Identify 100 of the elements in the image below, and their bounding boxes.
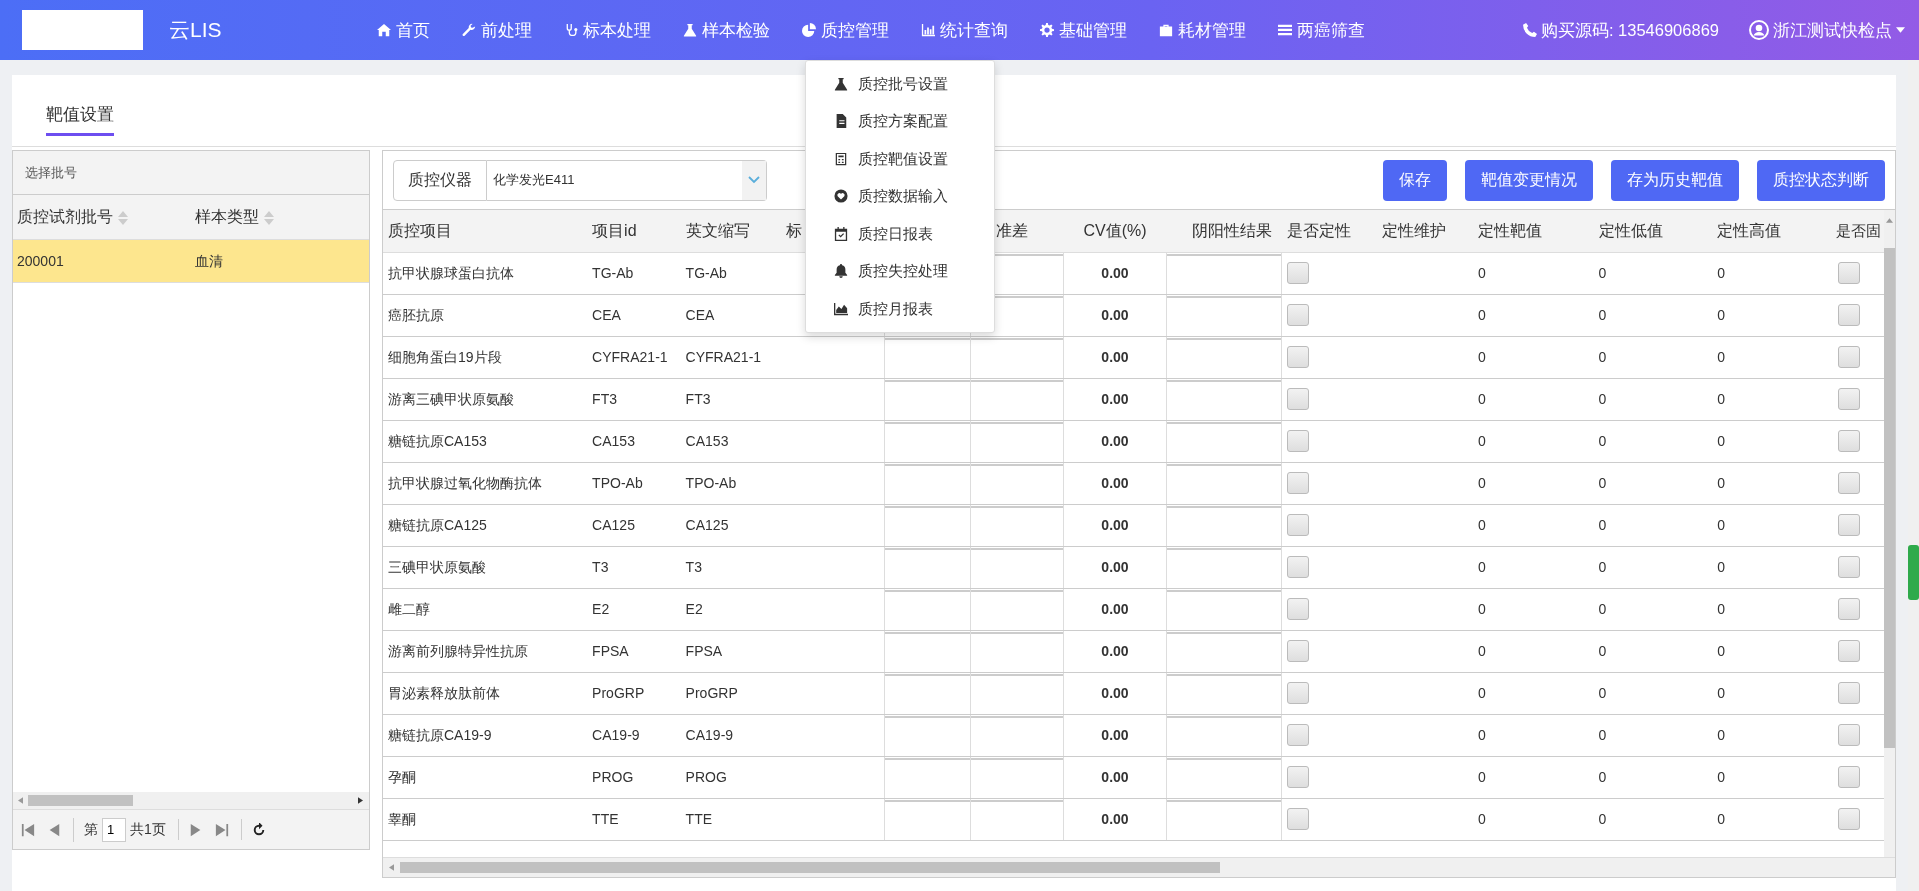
- checkbox[interactable]: [1287, 346, 1310, 369]
- pager-button[interactable]: [177, 819, 203, 840]
- nav-item[interactable]: 统计查询: [905, 0, 1024, 60]
- page-label: 第: [84, 820, 98, 839]
- checkbox[interactable]: [1837, 766, 1860, 789]
- menu-item[interactable]: 质控月报表: [806, 290, 994, 328]
- phone-icon: [1522, 23, 1537, 37]
- scrollbar[interactable]: [1884, 210, 1895, 857]
- table-cell: TTE: [587, 798, 681, 840]
- nav-item[interactable]: 质控管理: [786, 0, 905, 60]
- table-cell: ProGRP: [587, 672, 681, 714]
- menu-item[interactable]: 质控方案配置: [806, 102, 994, 140]
- checkbox[interactable]: [1837, 808, 1860, 831]
- checkbox[interactable]: [1837, 724, 1860, 747]
- checkbox[interactable]: [1287, 640, 1310, 663]
- table-cell: TPO-Ab: [680, 462, 782, 504]
- phone-link[interactable]: 购买源码: 13546906869: [1522, 17, 1719, 43]
- column-header[interactable]: 定性维护: [1377, 210, 1473, 252]
- column-header[interactable]: 项目id: [587, 210, 681, 252]
- table-cell: CA153: [680, 420, 782, 462]
- checkbox[interactable]: [1287, 472, 1310, 495]
- toolbar-button[interactable]: 靶值变更情况: [1465, 159, 1593, 201]
- column-header[interactable]: 英文缩写: [680, 210, 782, 252]
- flask-icon: [834, 76, 848, 91]
- briefcase-icon: [1159, 23, 1173, 37]
- page-title: 靶值设置: [46, 101, 114, 136]
- stethoscope-icon: [564, 23, 578, 37]
- table-cell: 0: [1472, 420, 1594, 462]
- table-cell: 0.00: [1063, 378, 1167, 420]
- column-header[interactable]: 是否定性: [1281, 210, 1378, 252]
- checkbox[interactable]: [1837, 346, 1860, 369]
- nav-item[interactable]: 前处理: [446, 0, 548, 60]
- toolbar-button[interactable]: 保存: [1383, 159, 1447, 201]
- checkbox[interactable]: [1287, 262, 1310, 285]
- user-menu[interactable]: 浙江测试快检点: [1749, 17, 1905, 43]
- table-cell: 0.00: [1063, 504, 1167, 546]
- nav-item[interactable]: 两癌筛查: [1262, 0, 1381, 60]
- menu-item[interactable]: 质控靶值设置: [806, 140, 994, 178]
- table-cell: TTE: [680, 798, 782, 840]
- table-cell: FT3: [587, 378, 681, 420]
- checkbox[interactable]: [1287, 682, 1310, 705]
- scrollbar[interactable]: [383, 857, 1895, 877]
- checkbox[interactable]: [1287, 388, 1310, 411]
- first-page-icon: [21, 823, 35, 838]
- checkbox[interactable]: [1837, 640, 1860, 663]
- menu-item[interactable]: 质控批号设置: [806, 65, 994, 103]
- checkbox[interactable]: [1837, 682, 1860, 705]
- toolbar-button[interactable]: 质控状态判断: [1757, 159, 1885, 201]
- nav-item[interactable]: 基础管理: [1024, 0, 1143, 60]
- column-header[interactable]: CV值(%): [1063, 210, 1167, 252]
- checkbox[interactable]: [1287, 808, 1310, 831]
- checkbox[interactable]: [1837, 556, 1860, 579]
- column-header[interactable]: 定性高值: [1712, 210, 1833, 252]
- column-header[interactable]: 阴阳性结果: [1166, 210, 1282, 252]
- toolbar-button[interactable]: 存为历史靶值: [1611, 159, 1739, 201]
- table-cell: PROG: [680, 756, 782, 798]
- checkbox[interactable]: [1287, 304, 1310, 327]
- checkbox[interactable]: [1837, 514, 1860, 537]
- user-icon: [1749, 20, 1769, 40]
- checkbox[interactable]: [1837, 430, 1860, 453]
- instrument-select[interactable]: 化学发光E411: [487, 159, 767, 201]
- page-field[interactable]: 1: [102, 817, 126, 842]
- checkbox[interactable]: [1287, 430, 1310, 453]
- checkbox[interactable]: [1837, 262, 1860, 285]
- column-header[interactable]: 质控试剂批号: [13, 205, 191, 229]
- scroll-left-icon: [18, 797, 23, 804]
- document-icon: [834, 114, 848, 129]
- scroll-left-icon: [389, 864, 394, 871]
- scrollbar[interactable]: [13, 792, 369, 809]
- nav-item[interactable]: 耗材管理: [1143, 0, 1262, 60]
- checkbox[interactable]: [1837, 388, 1860, 411]
- table-cell: CEA: [680, 294, 782, 336]
- checkbox[interactable]: [1837, 304, 1860, 327]
- calendar-check-icon: [834, 226, 848, 241]
- checkbox[interactable]: [1837, 598, 1860, 621]
- table-cell: CYFRA21-1: [680, 336, 782, 378]
- nav-item[interactable]: 首页: [361, 0, 446, 60]
- area-chart-icon: [834, 301, 848, 316]
- checkbox[interactable]: [1287, 766, 1310, 789]
- table-cell: 0: [1472, 798, 1594, 840]
- menu-item[interactable]: 质控失控处理: [806, 252, 994, 290]
- column-header[interactable]: 定性靶值: [1472, 210, 1594, 252]
- table-cell: 雌二醇: [383, 588, 588, 630]
- nav-item[interactable]: 标本处理: [548, 0, 667, 60]
- checkbox[interactable]: [1837, 472, 1860, 495]
- field-label: 质控仪器: [393, 159, 487, 201]
- checkbox[interactable]: [1287, 556, 1310, 579]
- nav-item[interactable]: 样本检验: [667, 0, 786, 60]
- column-header[interactable]: 定性低值: [1593, 210, 1713, 252]
- column-header[interactable]: 是否固: [1832, 210, 1884, 252]
- table-cell: 0.00: [1063, 294, 1167, 336]
- refresh-button[interactable]: [240, 819, 266, 840]
- table-row[interactable]: 200001 血清: [13, 240, 369, 283]
- checkbox[interactable]: [1287, 598, 1310, 621]
- checkbox[interactable]: [1287, 514, 1310, 537]
- table-cell: 游离前列腺特异性抗原: [383, 630, 588, 672]
- table-cell: FPSA: [587, 630, 681, 672]
- column-header[interactable]: 质控项目: [383, 210, 588, 252]
- column-header[interactable]: 样本类型: [191, 205, 361, 229]
- checkbox[interactable]: [1287, 724, 1310, 747]
